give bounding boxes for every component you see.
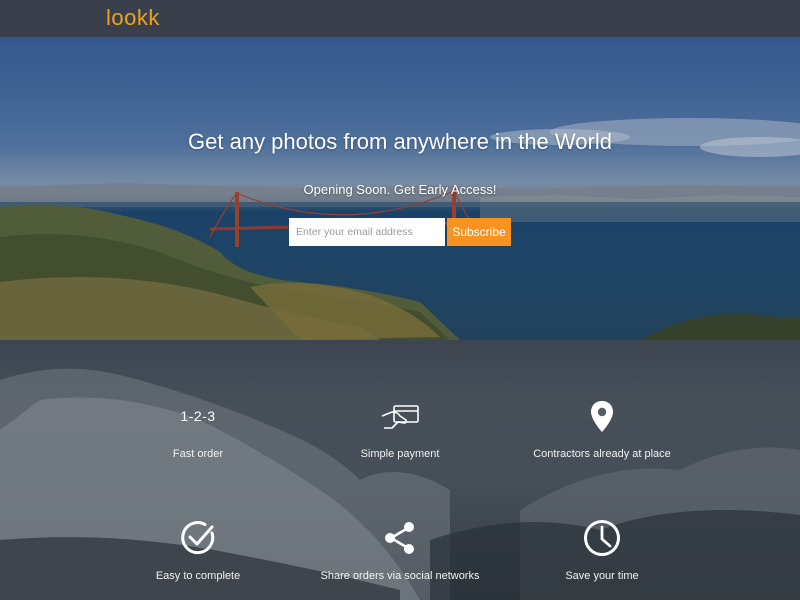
top-navbar: lookk bbox=[0, 0, 800, 37]
signup-form: Subscribe bbox=[289, 218, 511, 246]
hero-title: Get any photos from anywhere in the Worl… bbox=[188, 129, 612, 154]
hero-subtitle: Opening Soon. Get Early Access! bbox=[303, 182, 497, 197]
card-payment-icon bbox=[381, 405, 419, 429]
subscribe-button[interactable]: Subscribe bbox=[447, 218, 511, 246]
email-input[interactable] bbox=[289, 218, 445, 246]
feature-label: Contractors already at place bbox=[533, 448, 671, 460]
check-circle-icon bbox=[181, 521, 215, 555]
clock-icon bbox=[584, 520, 620, 556]
logo[interactable]: lookk bbox=[106, 5, 160, 31]
steps-icon: 1-2-3 bbox=[180, 408, 216, 424]
feature-label: Save your time bbox=[565, 570, 639, 582]
features-section: 1-2-3 Fast order Simple payment Contract… bbox=[0, 340, 800, 600]
share-icon bbox=[385, 522, 414, 554]
location-pin-icon bbox=[591, 401, 613, 432]
hero-section: Get any photos from anywhere in the Worl… bbox=[0, 37, 800, 340]
